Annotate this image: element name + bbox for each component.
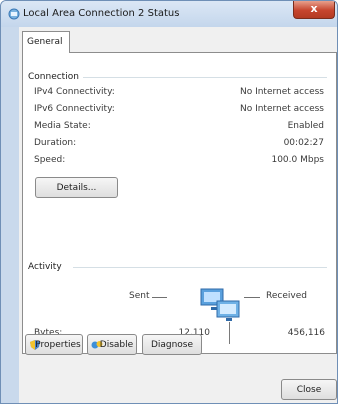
activity-divider [229,322,230,344]
activity-group-divider [73,267,327,268]
duration-value: 00:02:27 [283,138,324,148]
ipv6-connectivity-label: IPv6 Connectivity: [34,104,115,114]
disable-button-label: Disable [99,340,134,350]
general-tab-panel: Connection IPv4 Connectivity: No Interne… [22,52,337,354]
diagnose-button[interactable]: Diagnose [142,334,202,355]
received-label: Received [266,291,307,301]
tab-general[interactable]: General [22,31,70,53]
tab-label: General [27,37,63,47]
details-button[interactable]: Details... [35,177,118,198]
sent-label: Sent [129,291,150,301]
duration-label: Duration: [34,138,77,148]
network-computers-icon [200,288,240,321]
window-title: Local Area Connection 2 Status [23,8,180,19]
dialog-client-area: General Connection IPv4 Connectivity: No… [19,27,337,403]
speed-value: 100.0 Mbps [271,155,324,165]
network-adapter-icon [8,8,20,20]
activity-group-label: Activity [28,262,62,272]
connection-group-label: Connection [28,72,79,82]
ipv4-connectivity-value: No Internet access [239,87,324,97]
speed-label: Speed: [34,155,66,165]
properties-button[interactable]: Properties [25,334,83,355]
title-bar[interactable]: Local Area Connection 2 Status x [1,1,337,27]
diagnose-button-label: Diagnose [150,340,194,350]
close-button-label: Close [296,385,322,395]
received-line [244,297,260,298]
close-button[interactable]: Close [281,379,337,400]
connection-group-divider [83,77,327,78]
disable-button[interactable]: Disable [87,334,137,355]
sent-line [152,297,167,298]
status-window: Local Area Connection 2 Status x General… [0,0,338,404]
ipv4-connectivity-label: IPv4 Connectivity: [34,87,115,97]
properties-button-label: Properties [35,340,81,350]
media-state-value: Enabled [287,121,324,131]
media-state-label: Media State: [34,121,91,131]
details-button-label: Details... [56,183,97,193]
bytes-received-value: 456,116 [287,328,325,338]
close-window-button[interactable]: x [293,1,335,19]
close-icon: x [310,2,318,15]
ipv6-connectivity-value: No Internet access [239,104,324,114]
